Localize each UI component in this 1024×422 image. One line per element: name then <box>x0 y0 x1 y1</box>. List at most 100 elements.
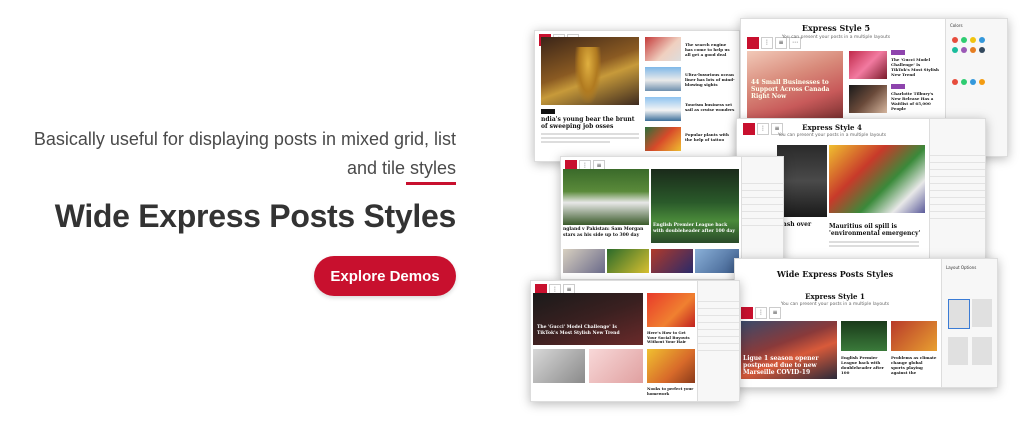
panel-row[interactable] <box>930 170 985 177</box>
panel-row[interactable] <box>930 149 985 156</box>
panel-title: Colors <box>950 23 963 28</box>
style-title: Express Style 1 <box>805 292 865 301</box>
panel-rows <box>698 295 739 351</box>
color-swatch[interactable] <box>961 37 967 43</box>
style-subtitle: You can present your posts in a multiple… <box>780 302 890 307</box>
list-title-1[interactable]: English Premier League back with doubleh… <box>841 355 887 375</box>
list-thumb-1 <box>647 293 695 327</box>
explore-demos-button[interactable]: Explore Demos <box>314 256 456 296</box>
color-swatch[interactable] <box>979 37 985 43</box>
editor-toolbar[interactable]: ⋮≡ <box>741 307 781 319</box>
left-title[interactable]: clash over <box>777 221 827 228</box>
panel-row[interactable] <box>930 184 985 191</box>
category-tag[interactable] <box>891 50 905 55</box>
block-title: Wide Express Posts Styles <box>776 269 894 279</box>
block-icon[interactable] <box>743 123 755 135</box>
panel-rows <box>930 149 985 219</box>
color-swatch[interactable] <box>961 47 967 53</box>
color-swatch[interactable] <box>961 79 967 85</box>
category-tag[interactable] <box>891 84 905 89</box>
panel-row[interactable] <box>698 330 739 337</box>
settings-panel[interactable] <box>697 281 739 401</box>
move-icon[interactable]: ⋮ <box>755 307 767 319</box>
panel-row[interactable] <box>698 309 739 316</box>
color-swatch[interactable] <box>970 47 976 53</box>
cricket-image <box>563 169 649 225</box>
panel-row[interactable] <box>742 177 783 184</box>
featured-title[interactable]: Ligue 1 season opener postponed due to n… <box>743 355 835 376</box>
mockup-express-style-1: Wide Express Posts Styles Express Style … <box>734 258 998 388</box>
block-icon[interactable] <box>747 37 759 49</box>
panel-row[interactable] <box>742 198 783 205</box>
featured-title[interactable]: 44 Small Businesses to Support Across Ca… <box>751 79 837 100</box>
main-title[interactable]: ngland v Pakistan: Sam Morgan stars as h… <box>563 227 649 238</box>
panel-row[interactable] <box>742 191 783 198</box>
list-title-1[interactable]: Here's How to Get Your Social Buyouts Wi… <box>647 330 695 345</box>
list-title-4[interactable]: Popular plants with the help of tattoo <box>685 132 735 142</box>
color-swatch[interactable] <box>952 47 958 53</box>
panel-row[interactable] <box>698 344 739 351</box>
layout-preview-2[interactable] <box>972 299 992 327</box>
panel-row[interactable] <box>742 205 783 212</box>
panel-row[interactable] <box>930 212 985 219</box>
color-swatch[interactable] <box>970 37 976 43</box>
hero-subtitle: Basically useful for displaying posts in… <box>33 129 456 178</box>
panel-row[interactable] <box>930 198 985 205</box>
panel-row[interactable] <box>742 184 783 191</box>
second-title[interactable]: English Premier League back with doubleh… <box>653 223 737 234</box>
featured-title[interactable]: The 'Gucci' Model Challenge' Is TikTok's… <box>537 325 637 336</box>
category-tag[interactable] <box>541 109 555 114</box>
style-subtitle: You can present your posts in a multiple… <box>781 35 891 40</box>
featured-figure <box>575 47 601 103</box>
panel-row[interactable] <box>930 191 985 198</box>
mockup-grid-list: ⋮≡ ndia's young bear the brunt of sweepi… <box>534 30 740 162</box>
block-icon[interactable] <box>741 307 753 319</box>
settings-panel[interactable] <box>929 119 985 261</box>
list-title-3[interactable]: Tourism business set sail as cruise wond… <box>685 102 735 112</box>
panel-title: Layout Options <box>946 265 977 270</box>
featured-title[interactable]: ndia's young bear the brunt of sweeping … <box>541 116 639 130</box>
layout-preview-1[interactable] <box>948 299 970 329</box>
excerpt-lines <box>541 133 639 145</box>
color-swatch[interactable] <box>979 79 985 85</box>
list-thumb-2 <box>849 85 887 113</box>
list-title-2[interactable]: Nooks to perfect your homework <box>647 386 695 396</box>
thumb-1 <box>563 249 605 273</box>
layout-preview-3[interactable] <box>948 337 968 365</box>
mockup-fashion-grid: ⋮ ≡ The 'Gucci' Model Challenge' Is TikTo… <box>530 280 740 402</box>
list-title-2[interactable]: Problems as climate change global sports… <box>891 355 937 375</box>
thumb-1 <box>533 349 585 383</box>
panel-row[interactable] <box>742 219 783 226</box>
excerpt-lines <box>829 241 919 249</box>
panel-row[interactable] <box>698 295 739 302</box>
panel-row[interactable] <box>698 323 739 330</box>
thumb-3 <box>651 249 693 273</box>
color-swatch[interactable] <box>970 79 976 85</box>
color-swatch[interactable] <box>952 37 958 43</box>
list-title-1[interactable]: The search engine has come to help us al… <box>685 42 735 57</box>
list-thumb-2 <box>891 321 937 351</box>
list-thumb-1 <box>849 51 887 79</box>
color-swatch[interactable] <box>952 79 958 85</box>
panel-row[interactable] <box>742 212 783 219</box>
color-swatch[interactable] <box>979 47 985 53</box>
move-icon[interactable]: ⋮ <box>757 123 769 135</box>
style-subtitle: You can present your posts in a multiple… <box>777 133 887 138</box>
panel-row[interactable] <box>930 156 985 163</box>
panel-row[interactable] <box>698 316 739 323</box>
list-title-2[interactable]: Charlotte Tilbury's New Release Has a Wa… <box>891 91 939 111</box>
list-title-1[interactable]: The 'Gucci Model Challenge' Is TikTok's … <box>891 57 939 77</box>
right-title[interactable]: Mauritius oil spill is 'environmental em… <box>829 223 925 237</box>
panel-row[interactable] <box>930 163 985 170</box>
featured-image-right <box>829 145 925 213</box>
list-title-2[interactable]: Ultra-luxurious ocean liner has lots of … <box>685 72 735 87</box>
panel-row[interactable] <box>930 205 985 212</box>
align-icon[interactable]: ≡ <box>769 307 781 319</box>
featured-image <box>533 293 643 345</box>
panel-row[interactable] <box>698 337 739 344</box>
layout-preview-4[interactable] <box>972 337 992 365</box>
list-thumb-1 <box>645 37 681 61</box>
panel-row[interactable] <box>930 177 985 184</box>
layout-options-panel[interactable]: Layout Options <box>941 259 997 387</box>
panel-row[interactable] <box>698 302 739 309</box>
